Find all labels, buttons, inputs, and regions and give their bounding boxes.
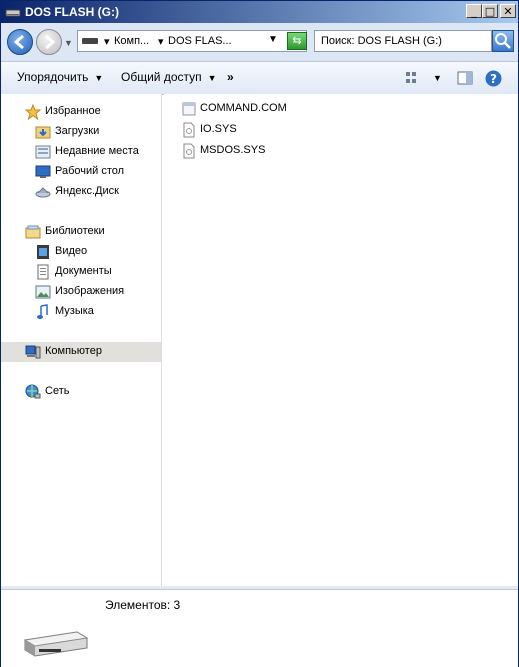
file-name: IO.SYS bbox=[200, 123, 237, 135]
desktop-icon bbox=[35, 165, 51, 178]
file-item[interactable]: MSDOS.SYS bbox=[182, 141, 382, 161]
search-icon bbox=[495, 33, 511, 49]
chevron-down-icon: ▼ bbox=[94, 73, 104, 83]
share-label: Общий доступ bbox=[121, 70, 202, 84]
nav-pictures[interactable]: Изображения bbox=[1, 282, 161, 302]
file-item[interactable]: IO.SYS bbox=[182, 120, 382, 140]
breadcrumb-arrow-icon[interactable]: ▾ bbox=[104, 35, 110, 48]
forward-button[interactable] bbox=[36, 29, 62, 55]
recent-places-icon bbox=[35, 145, 51, 159]
nav-music[interactable]: Музыка bbox=[1, 302, 161, 322]
nav-video[interactable]: Видео bbox=[1, 242, 161, 262]
cloud-drive-icon bbox=[35, 187, 51, 198]
window-title: DOS FLASH (G:) bbox=[25, 5, 119, 19]
close-button[interactable]: ✕ bbox=[500, 4, 516, 18]
nav-recent-places-label: Недавние места bbox=[55, 145, 139, 157]
explorer-window: DOS FLASH (G:) _ □ ✕ ▼ ▾ Комп... ▾ DOS F… bbox=[0, 0, 519, 667]
music-icon bbox=[37, 304, 48, 319]
nav-yandex-disk[interactable]: Яндекс.Диск bbox=[1, 182, 161, 202]
nav-documents-label: Документы bbox=[55, 265, 112, 277]
file-name: MSDOS.SYS bbox=[200, 144, 266, 156]
nav-desktop-label: Рабочий стол bbox=[55, 165, 125, 177]
back-button[interactable] bbox=[7, 29, 33, 55]
address-bar: ▼ ▾ Комп... ▾ DOS FLAS... ▼ ⇆ Поиск: DOS… bbox=[1, 23, 518, 62]
command-bar: Упорядочить ▼ Общий доступ ▼ » ▼ ? bbox=[1, 62, 518, 95]
usb-drive-icon bbox=[23, 631, 89, 657]
nav-downloads-label: Загрузки bbox=[55, 125, 100, 137]
file-name: COMMAND.COM bbox=[200, 102, 287, 114]
chevron-down-icon: ▼ bbox=[64, 38, 73, 48]
history-dropdown[interactable]: ▼ bbox=[64, 38, 74, 48]
title-bar[interactable]: DOS FLASH (G:) _ □ ✕ bbox=[1, 1, 518, 23]
nav-music-label: Музыка bbox=[55, 305, 94, 317]
help-icon[interactable]: ? bbox=[485, 70, 502, 87]
nav-network[interactable]: Сеть bbox=[1, 382, 161, 402]
computer-icon bbox=[25, 345, 41, 359]
application-icon bbox=[182, 102, 196, 116]
nav-computer[interactable]: Компьютер bbox=[1, 342, 161, 362]
system-file-icon bbox=[183, 143, 195, 159]
search-input[interactable]: Поиск: DOS FLASH (G:) bbox=[314, 30, 492, 52]
drive-icon bbox=[5, 9, 21, 17]
refresh-button[interactable]: ⇆ bbox=[287, 32, 307, 50]
breadcrumb-drive[interactable]: DOS FLAS... bbox=[168, 35, 232, 47]
nav-desktop[interactable]: Рабочий стол bbox=[1, 162, 161, 182]
maximize-button[interactable]: □ bbox=[482, 4, 498, 18]
arrow-left-icon bbox=[13, 34, 24, 50]
more-commands-button[interactable]: » bbox=[227, 70, 234, 84]
preview-pane-icon[interactable] bbox=[457, 70, 473, 86]
pictures-icon bbox=[35, 285, 51, 299]
nav-favorites[interactable]: Избранное bbox=[1, 102, 161, 122]
nav-favorites-label: Избранное bbox=[45, 105, 101, 117]
minimize-button[interactable]: _ bbox=[466, 4, 482, 18]
nav-yandex-disk-label: Яндекс.Диск bbox=[55, 185, 119, 197]
file-list: COMMAND.COM IO.SYS MSDOS.SYS bbox=[164, 94, 518, 586]
nav-recent-places[interactable]: Недавние места bbox=[1, 142, 161, 162]
nav-pictures-label: Изображения bbox=[55, 285, 125, 297]
file-item[interactable]: COMMAND.COM bbox=[182, 99, 382, 119]
breadcrumb-computer[interactable]: Комп... bbox=[114, 35, 149, 47]
chevron-down-icon: ▼ bbox=[207, 73, 217, 83]
chevron-down-icon[interactable]: ▼ bbox=[433, 73, 442, 83]
system-file-icon bbox=[183, 122, 195, 138]
share-button[interactable]: Общий доступ ▼ bbox=[121, 70, 217, 84]
nav-network-label: Сеть bbox=[45, 385, 70, 397]
nav-libraries[interactable]: Библиотеки bbox=[1, 222, 161, 242]
item-count: Элементов: 3 bbox=[105, 598, 181, 612]
documents-icon bbox=[37, 264, 49, 280]
downloads-folder-icon bbox=[35, 126, 51, 139]
organize-label: Упорядочить bbox=[17, 70, 89, 84]
nav-downloads[interactable]: Загрузки bbox=[1, 122, 161, 142]
search-button[interactable] bbox=[492, 30, 514, 52]
address-field[interactable]: ▾ Комп... ▾ DOS FLAS... ▼ bbox=[77, 30, 307, 52]
nav-video-label: Видео bbox=[55, 245, 88, 257]
video-icon bbox=[37, 245, 49, 259]
address-dropdown-icon[interactable]: ▼ bbox=[268, 34, 278, 45]
navigation-pane: Избранное Загрузки Недавние места Рабочи… bbox=[1, 94, 162, 586]
nav-libraries-label: Библиотеки bbox=[45, 225, 105, 237]
nav-computer-label: Компьютер bbox=[45, 345, 102, 357]
svg-text:?: ? bbox=[490, 72, 497, 86]
arrow-right-icon bbox=[45, 34, 56, 50]
drive-icon bbox=[82, 38, 98, 44]
libraries-icon bbox=[25, 225, 41, 239]
star-icon bbox=[25, 104, 41, 120]
nav-documents[interactable]: Документы bbox=[1, 262, 161, 282]
details-pane: Элементов: 3 bbox=[1, 589, 518, 667]
view-options-icon[interactable] bbox=[405, 70, 421, 86]
breadcrumb-arrow-icon[interactable]: ▾ bbox=[158, 35, 164, 48]
network-icon bbox=[25, 384, 41, 399]
refresh-icon: ⇆ bbox=[292, 35, 302, 47]
organize-button[interactable]: Упорядочить ▼ bbox=[17, 70, 103, 84]
